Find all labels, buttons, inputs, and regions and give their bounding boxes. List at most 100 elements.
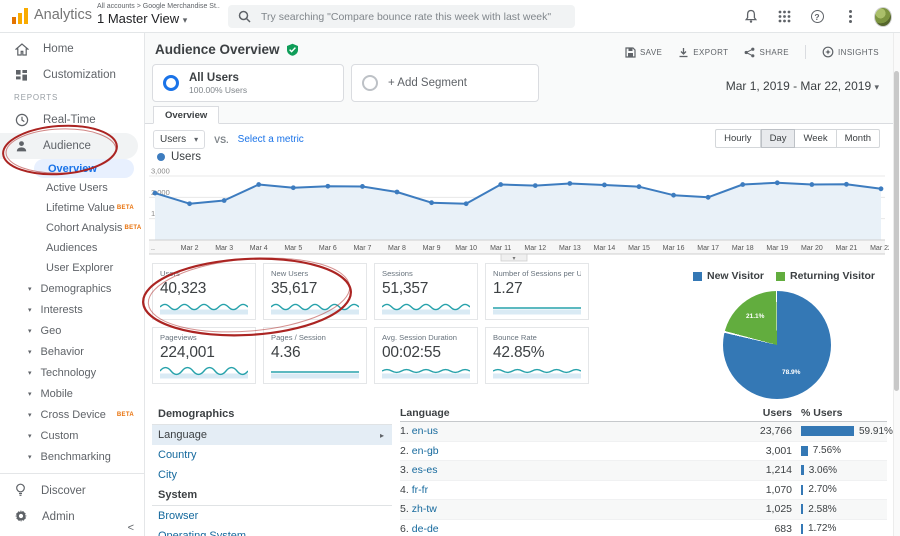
users-line-chart[interactable]: 1,0002,0003,000..Mar 2Mar 3Mar 4Mar 5Mar… [147, 164, 889, 263]
metric-select-dropdown[interactable]: Users ▾ [153, 130, 206, 149]
demo-nav-item-browser[interactable]: Browser [152, 506, 392, 526]
help-icon[interactable]: ? [808, 8, 826, 26]
demo-nav-item-language[interactable]: Language ▸ [152, 425, 392, 445]
sidebar-item-lifetime-value[interactable]: Lifetime Value BETA [0, 198, 144, 218]
svg-text:Mar 12: Mar 12 [524, 245, 546, 252]
sidebar-item-behavior[interactable]: ▾ Behavior [0, 341, 144, 362]
insights-icon [822, 46, 834, 58]
language-link[interactable]: en-us [412, 425, 438, 437]
scrollbar-thumb[interactable] [894, 71, 899, 391]
demo-nav-item-city[interactable]: City [152, 465, 392, 485]
export-icon [679, 47, 688, 57]
sidebar-item-customization[interactable]: Customization [0, 62, 144, 88]
sidebar-item-admin[interactable]: Admin [0, 504, 144, 530]
scorecard-avg-session-duration[interactable]: Avg. Session Duration 00:02:55 [374, 327, 478, 384]
sidebar-item-overview[interactable]: Overview [34, 159, 134, 178]
segment-all-users[interactable]: All Users 100.00% Users [152, 64, 344, 102]
export-button[interactable]: EXPORT [678, 47, 728, 58]
demographics-nav-panel: Demographics Language ▸ Country City System Br… [152, 404, 392, 536]
granularity-month[interactable]: Month [836, 129, 880, 148]
svg-text:Mar 9: Mar 9 [423, 245, 441, 252]
sidebar-item-user-explorer[interactable]: User Explorer [0, 258, 144, 278]
percent-bar [801, 426, 854, 437]
sidebar-item-custom[interactable]: ▾ Custom [0, 425, 144, 446]
kebab-menu-icon[interactable] [841, 8, 859, 26]
sidebar-item-real-time[interactable]: Real-Time [0, 107, 144, 133]
sidebar-item-benchmarking[interactable]: ▾ Benchmarking [0, 446, 144, 467]
action-divider [805, 45, 807, 59]
language-table-row: 3. es-es 1,214 3.06% [400, 461, 887, 481]
scorecard-label: Pageviews [160, 333, 197, 342]
language-link[interactable]: es-es [412, 464, 438, 476]
users-count: 3,001 [765, 444, 792, 457]
caret-down-icon: ▾ [28, 432, 32, 440]
share-button[interactable]: SHARE [744, 47, 789, 58]
visitor-type-pie-chart[interactable]: 78.9% 21.1% [723, 291, 831, 399]
analytics-logo-icon[interactable] [12, 8, 28, 24]
chart-legend-label: Users [171, 151, 202, 163]
percent-label: 1.72% [808, 523, 837, 535]
notifications-bell-icon[interactable] [742, 8, 760, 26]
granularity-day[interactable]: Day [760, 129, 796, 148]
percent-label: 7.56% [812, 445, 842, 457]
sidebar-item-audience[interactable]: Audience [0, 133, 138, 159]
insights-button[interactable]: INSIGHTS [822, 46, 879, 58]
lightbulb-icon [14, 483, 27, 500]
sidebar-item-cross-device[interactable]: ▾ Cross Device BETA [0, 404, 144, 425]
scorecard-sessions[interactable]: Sessions 51,357 [374, 263, 478, 320]
scorecard-new-users[interactable]: New Users 35,617 [263, 263, 367, 320]
row-rank: 1. [400, 425, 409, 438]
sidebar-item-audiences[interactable]: Audiences [0, 238, 144, 258]
scorecard-pageviews[interactable]: Pageviews 224,001 [152, 327, 256, 384]
breadcrumb[interactable]: All accounts > Google Merchandise St.. [97, 3, 220, 10]
percent-label: 59.91% [859, 425, 893, 437]
sidebar-collapse-button[interactable]: < [128, 522, 134, 534]
search-bar[interactable] [228, 5, 575, 28]
svg-text:Mar 14: Mar 14 [594, 245, 616, 252]
scorecard-number-of-sessions-per-user[interactable]: Number of Sessions per User 1.27 [485, 263, 589, 320]
save-button[interactable]: SAVE [625, 46, 662, 58]
sidebar-item-active-users[interactable]: Active Users [0, 178, 144, 198]
page-title: Audience Overview [155, 42, 280, 57]
view-selector[interactable]: 1 Master View ▾ [97, 11, 220, 26]
pie-blue-slice-label: 78.9% [782, 369, 801, 376]
date-range-selector[interactable]: Mar 1, 2019 - Mar 22, 2019 ▾ [726, 79, 879, 93]
svg-text:Mar 7: Mar 7 [353, 245, 371, 252]
page-scrollbar[interactable] [893, 33, 900, 536]
metric-sparkline [160, 366, 248, 379]
granularity-week[interactable]: Week [795, 129, 837, 148]
granularity-hourly[interactable]: Hourly [715, 129, 761, 148]
tab-overview[interactable]: Overview [153, 106, 220, 124]
sidebar-item-demographics[interactable]: ▾ Demographics [0, 278, 144, 299]
sidebar-item-cohort-analysis[interactable]: Cohort Analysis BETA [0, 218, 144, 238]
apps-grid-icon[interactable] [775, 8, 793, 26]
scorecard-label: Number of Sessions per User [493, 269, 581, 278]
svg-text:Mar 10: Mar 10 [455, 245, 477, 252]
sidebar-item-interests[interactable]: ▾ Interests [0, 299, 144, 320]
metric-sparkline [160, 303, 248, 315]
select-metric-link[interactable]: Select a metric [238, 134, 304, 145]
demo-nav-item-country[interactable]: Country [152, 445, 392, 465]
sidebar-item-discover[interactable]: Discover [0, 478, 144, 504]
language-link[interactable]: fr-fr [412, 484, 428, 496]
sidebar-item-home[interactable]: Home [0, 36, 144, 62]
account-avatar[interactable] [874, 6, 892, 27]
sidebar-item-technology[interactable]: ▾ Technology [0, 362, 144, 383]
metric-sparkline [493, 368, 581, 379]
add-segment-button[interactable]: + Add Segment [351, 64, 539, 102]
sidebar-item-geo[interactable]: ▾ Geo [0, 320, 144, 341]
language-link[interactable]: de-de [412, 523, 439, 535]
demo-nav-item-operating-system[interactable]: Operating System [152, 526, 392, 536]
svg-text:Mar 17: Mar 17 [697, 245, 719, 252]
caret-down-icon: ▾ [874, 82, 879, 92]
scorecard-bounce-rate[interactable]: Bounce Rate 42.85% [485, 327, 589, 384]
main-content: Audience Overview SAVE EXPORT SHARE INSI… [145, 33, 893, 536]
search-input[interactable] [261, 10, 561, 23]
language-link[interactable]: zh-tw [412, 503, 437, 515]
language-table-header: Language Users % Users [400, 404, 887, 422]
language-link[interactable]: en-gb [412, 445, 439, 457]
home-icon [14, 42, 29, 56]
scorecard-pages-session[interactable]: Pages / Session 4.36 [263, 327, 367, 384]
sidebar-item-mobile[interactable]: ▾ Mobile [0, 383, 144, 404]
scorecard-users[interactable]: Users 40,323 [152, 263, 256, 320]
